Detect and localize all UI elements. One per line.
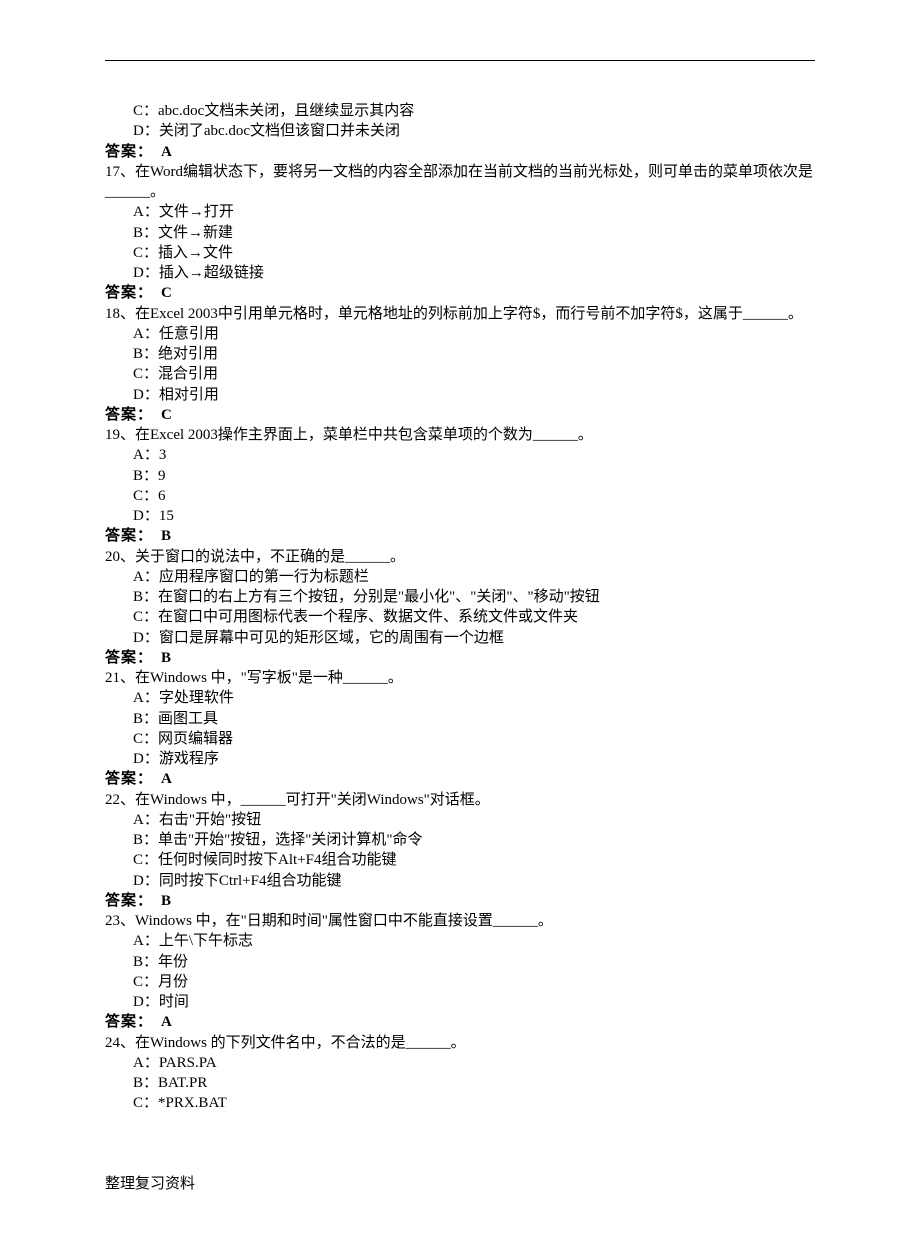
answer-label: 答案： (105, 285, 153, 301)
answer-label: 答案： (105, 528, 153, 544)
question-number: 17、 (105, 164, 135, 180)
option-line: D：关闭了abc.doc文档但该窗口并未关闭 (105, 121, 815, 141)
option-line: A：任意引用 (105, 324, 815, 344)
question-number: 22、 (105, 792, 135, 808)
option-line: D：游戏程序 (105, 749, 815, 769)
question-stem: 22、在Windows 中，______可打开"关闭Windows"对话框。 (105, 790, 815, 810)
question-text: 在Windows 中，______可打开"关闭Windows"对话框。 (135, 792, 490, 808)
answer-letter: B (161, 891, 172, 911)
option-line: D：同时按下Ctrl+F4组合功能键 (105, 871, 815, 891)
option-line: B：画图工具 (105, 709, 815, 729)
option-line: B：单击"开始"按钮，选择"关闭计算机"命令 (105, 830, 815, 850)
question-text: Windows 中，在"日期和时间"属性窗口中不能直接设置______。 (135, 913, 553, 929)
answer-letter: A (161, 1012, 173, 1032)
question-number: 23、 (105, 913, 135, 929)
answer-line: 答案： B (105, 526, 815, 546)
answer-line: 答案： A (105, 142, 815, 162)
option-line: B：在窗口的右上方有三个按钮，分别是"最小化"、"关闭"、"移动"按钮 (105, 587, 815, 607)
option-line: A：文件→打开 (105, 202, 815, 222)
option-line: C：插入→文件 (105, 243, 815, 263)
option-line: B：绝对引用 (105, 344, 815, 364)
option-line: B：9 (105, 466, 815, 486)
questions-container: 17、在Word编辑状态下，要将另一文档的内容全部添加在当前文档的当前光标处，则… (105, 162, 815, 1114)
option-line: D：时间 (105, 992, 815, 1012)
answer-line: 答案： C (105, 283, 815, 303)
option-line: C：任何时候同时按下Alt+F4组合功能键 (105, 850, 815, 870)
answer-line: 答案： C (105, 405, 815, 425)
question-text: 在Excel 2003操作主界面上，菜单栏中共包含菜单项的个数为______。 (135, 427, 593, 443)
option-line: A：右击"开始"按钮 (105, 810, 815, 830)
option-line: C：混合引用 (105, 364, 815, 384)
option-line: D：窗口是屏幕中可见的矩形区域，它的周围有一个边框 (105, 628, 815, 648)
option-line: D：15 (105, 506, 815, 526)
question-stem: 24、在Windows 的下列文件名中，不合法的是______。 (105, 1033, 815, 1053)
option-line: B：年份 (105, 952, 815, 972)
option-line: B：文件→新建 (105, 223, 815, 243)
answer-label: 答案： (105, 1014, 153, 1030)
question-text: 在Windows 中，"写字板"是一种______。 (135, 670, 403, 686)
question-number: 24、 (105, 1035, 135, 1051)
question-stem: 17、在Word编辑状态下，要将另一文档的内容全部添加在当前文档的当前光标处，则… (105, 162, 815, 203)
question-stem: 18、在Excel 2003中引用单元格时，单元格地址的列标前加上字符$，而行号… (105, 304, 815, 324)
answer-letter: C (161, 405, 173, 425)
option-line: A：应用程序窗口的第一行为标题栏 (105, 567, 815, 587)
question-stem: 20、关于窗口的说法中，不正确的是______。 (105, 547, 815, 567)
question-stem: 21、在Windows 中，"写字板"是一种______。 (105, 668, 815, 688)
top-rule (105, 60, 815, 61)
option-line: D：相对引用 (105, 385, 815, 405)
option-line: C：6 (105, 486, 815, 506)
option-line: C：月份 (105, 972, 815, 992)
option-line: B：BAT.PR (105, 1073, 815, 1093)
question-number: 18、 (105, 306, 135, 322)
question-text: 在Windows 的下列文件名中，不合法的是______。 (135, 1035, 466, 1051)
option-line: A：3 (105, 445, 815, 465)
question-number: 21、 (105, 670, 135, 686)
answer-letter: B (161, 648, 172, 668)
answer-label: 答案： (105, 893, 153, 909)
document-page: C：abc.doc文档未关闭，且继续显示其内容 D：关闭了abc.doc文档但该… (0, 0, 920, 1234)
option-line: A：上午\下午标志 (105, 931, 815, 951)
option-line: C：网页编辑器 (105, 729, 815, 749)
answer-label: 答案： (105, 144, 153, 160)
question-stem: 19、在Excel 2003操作主界面上，菜单栏中共包含菜单项的个数为_____… (105, 425, 815, 445)
option-line: A：PARS.PA (105, 1053, 815, 1073)
answer-line: 答案： A (105, 769, 815, 789)
answer-label: 答案： (105, 407, 153, 423)
question-stem: 23、Windows 中，在"日期和时间"属性窗口中不能直接设置______。 (105, 911, 815, 931)
option-line: C：abc.doc文档未关闭，且继续显示其内容 (105, 101, 815, 121)
question-number: 20、 (105, 549, 135, 565)
question-number: 19、 (105, 427, 135, 443)
question-text: 关于窗口的说法中，不正确的是______。 (135, 549, 405, 565)
option-line: C：在窗口中可用图标代表一个程序、数据文件、系统文件或文件夹 (105, 607, 815, 627)
answer-letter: B (161, 526, 172, 546)
option-line: D：插入→超级链接 (105, 263, 815, 283)
answer-letter: C (161, 283, 173, 303)
option-line: C：*PRX.BAT (105, 1093, 815, 1113)
question-text: 在Word编辑状态下，要将另一文档的内容全部添加在当前文档的当前光标处，则可单击… (105, 164, 813, 200)
option-line: A：字处理软件 (105, 688, 815, 708)
answer-label: 答案： (105, 650, 153, 666)
answer-line: 答案： B (105, 891, 815, 911)
answer-letter: A (161, 769, 173, 789)
answer-label: 答案： (105, 771, 153, 787)
answer-line: 答案： B (105, 648, 815, 668)
question-text: 在Excel 2003中引用单元格时，单元格地址的列标前加上字符$，而行号前不加… (135, 306, 803, 322)
answer-line: 答案： A (105, 1012, 815, 1032)
answer-letter: A (161, 142, 173, 162)
